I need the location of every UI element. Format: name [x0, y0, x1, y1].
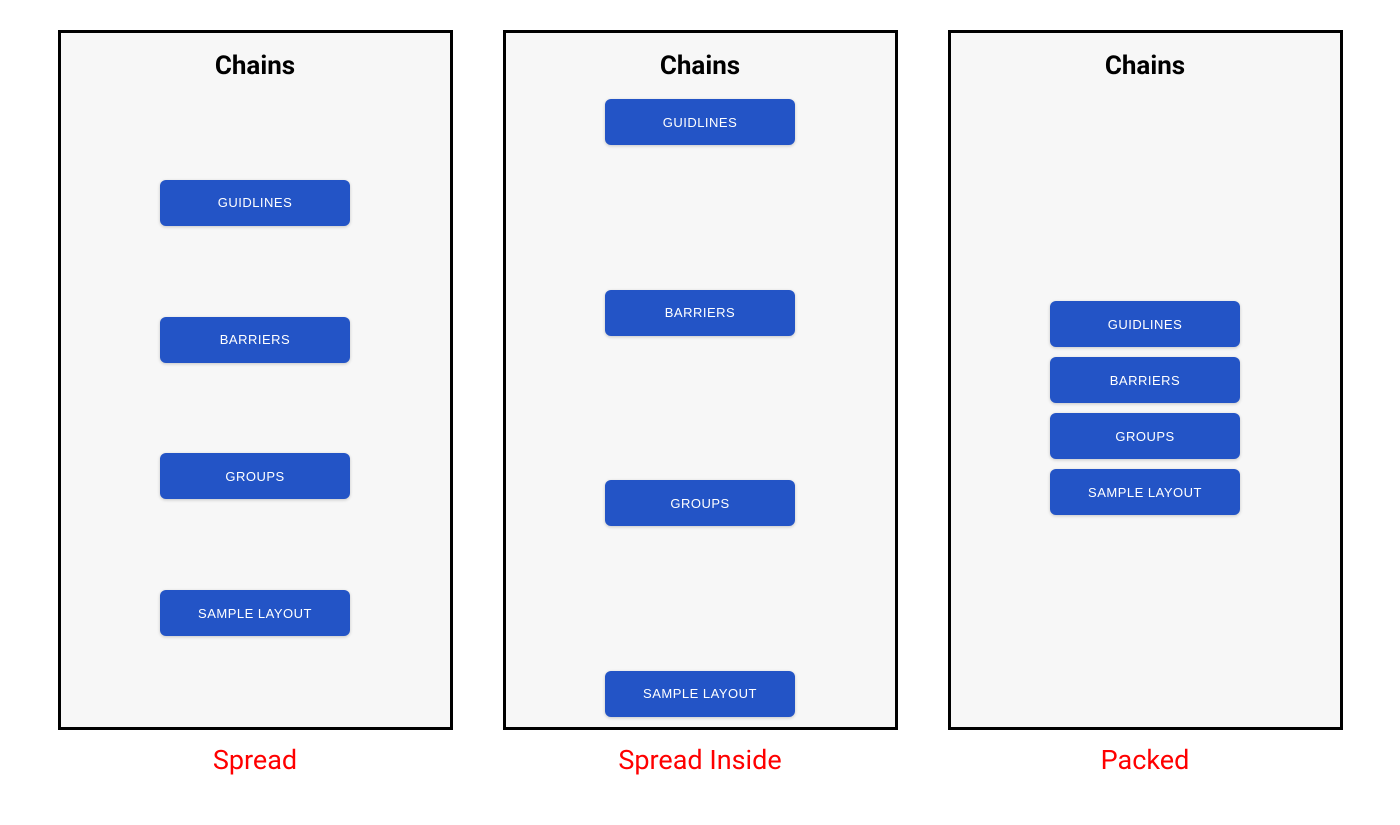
panel-title: Chains [660, 51, 740, 81]
panel-spread: Chains GUIDLINES BARRIERS GROUPS SAMPLE … [58, 30, 453, 730]
sample-layout-button[interactable]: SAMPLE LAYOUT [160, 590, 350, 636]
guidlines-button[interactable]: GUIDLINES [1050, 301, 1240, 347]
caption-spread-inside: Spread Inside [618, 744, 781, 776]
panels-container: Chains GUIDLINES BARRIERS GROUPS SAMPLE … [55, 30, 1345, 776]
panel-title: Chains [1105, 51, 1185, 81]
barriers-button[interactable]: BARRIERS [1050, 357, 1240, 403]
panel-wrapper-packed: Chains GUIDLINES BARRIERS GROUPS SAMPLE … [948, 30, 1343, 776]
groups-button[interactable]: GROUPS [1050, 413, 1240, 459]
guidlines-button[interactable]: GUIDLINES [160, 180, 350, 226]
panel-wrapper-spread-inside: Chains GUIDLINES BARRIERS GROUPS SAMPLE … [503, 30, 898, 776]
barriers-button[interactable]: BARRIERS [605, 290, 795, 336]
panel-wrapper-spread: Chains GUIDLINES BARRIERS GROUPS SAMPLE … [58, 30, 453, 776]
barriers-button[interactable]: BARRIERS [160, 317, 350, 363]
button-area-spread: GUIDLINES BARRIERS GROUPS SAMPLE LAYOUT [61, 89, 450, 727]
panel-title: Chains [215, 51, 295, 81]
sample-layout-button[interactable]: SAMPLE LAYOUT [1050, 469, 1240, 515]
button-area-packed: GUIDLINES BARRIERS GROUPS SAMPLE LAYOUT [951, 89, 1340, 727]
caption-spread: Spread [213, 744, 297, 776]
caption-packed: Packed [1101, 744, 1190, 776]
panel-spread-inside: Chains GUIDLINES BARRIERS GROUPS SAMPLE … [503, 30, 898, 730]
groups-button[interactable]: GROUPS [605, 480, 795, 526]
panel-packed: Chains GUIDLINES BARRIERS GROUPS SAMPLE … [948, 30, 1343, 730]
guidlines-button[interactable]: GUIDLINES [605, 99, 795, 145]
sample-layout-button[interactable]: SAMPLE LAYOUT [605, 671, 795, 717]
groups-button[interactable]: GROUPS [160, 453, 350, 499]
button-area-spread-inside: GUIDLINES BARRIERS GROUPS SAMPLE LAYOUT [506, 89, 895, 727]
